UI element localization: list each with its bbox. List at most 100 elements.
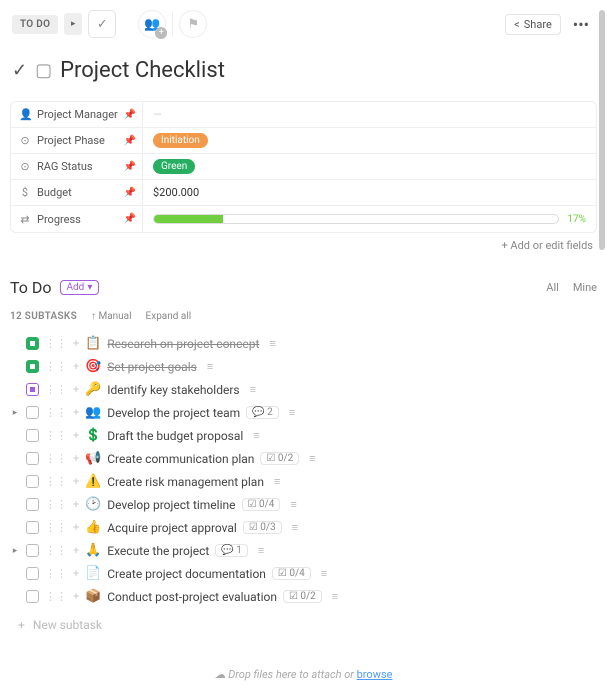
task-checkbox[interactable] (26, 429, 39, 442)
drag-handle-icon[interactable]: ⋮⋮ (45, 498, 67, 511)
task-checkbox[interactable] (26, 383, 39, 396)
assignee-avatar[interactable]: 👥 + (138, 10, 166, 38)
add-subtask-icon[interactable]: + (73, 544, 79, 557)
task-title[interactable]: Develop project timeline (107, 498, 235, 512)
task-title[interactable]: Identify key stakeholders (107, 383, 239, 397)
drag-handle-icon[interactable]: ⋮⋮ (45, 429, 67, 442)
pin-icon[interactable]: 📌 (124, 161, 136, 172)
filter-all[interactable]: All (546, 281, 559, 294)
tag[interactable]: Initiation (153, 133, 208, 148)
task-menu-icon[interactable]: ≡ (274, 475, 280, 488)
drag-handle-icon[interactable]: ⋮⋮ (45, 590, 67, 603)
task-row[interactable]: ▸ ⋮⋮ + 🕑 Develop project timeline ☑ 0/4 … (6, 493, 601, 516)
task-title[interactable]: Execute the project (107, 544, 209, 558)
drag-handle-icon[interactable]: ⋮⋮ (45, 383, 67, 396)
task-row[interactable]: ▸ ⋮⋮ + 🙏 Execute the project 💬 1 ≡ (6, 539, 601, 562)
field-value[interactable]: Green (143, 154, 596, 179)
task-row[interactable]: ▸ ⋮⋮ + 🔑 Identify key stakeholders ≡ (6, 378, 601, 401)
task-row[interactable]: ▸ ⋮⋮ + 🎯 Set project goals ≡ (6, 355, 601, 378)
task-menu-icon[interactable]: ≡ (253, 429, 259, 442)
task-checkbox[interactable] (26, 521, 39, 534)
task-title[interactable]: Create risk management plan (107, 475, 264, 489)
field-value[interactable]: 17% (143, 206, 596, 232)
task-row[interactable]: ▸ ⋮⋮ + 📋 Research on project concept ≡ (6, 332, 601, 355)
task-row[interactable]: ▸ ⋮⋮ + 📢 Create communication plan ☑ 0/2… (6, 447, 601, 470)
task-menu-icon[interactable]: ≡ (309, 452, 315, 465)
expand-caret[interactable]: ▸ (10, 408, 20, 418)
field-value[interactable]: — (143, 102, 596, 127)
add-edit-fields[interactable]: + Add or edit fields (0, 239, 593, 252)
add-subtask-icon[interactable]: + (73, 521, 79, 534)
more-menu[interactable]: ••• (567, 15, 595, 34)
task-checkbox[interactable] (26, 498, 39, 511)
subtasks-badge[interactable]: ☑ 0/3 (243, 521, 282, 534)
task-menu-icon[interactable]: ≡ (321, 567, 327, 580)
task-title[interactable]: Conduct post-project evaluation (107, 590, 277, 604)
flag-button[interactable]: ⚑ (179, 10, 207, 38)
pin-icon[interactable]: 📌 (124, 187, 136, 198)
complete-button[interactable]: ✓ (88, 10, 116, 38)
expand-caret[interactable]: ▸ (10, 546, 20, 556)
scrollbar[interactable] (599, 10, 605, 250)
status-dropdown[interactable]: ▸ (64, 13, 82, 35)
task-title[interactable]: Set project goals (107, 360, 197, 374)
task-checkbox[interactable] (26, 360, 39, 373)
task-checkbox[interactable] (26, 590, 39, 603)
new-subtask-input[interactable]: + New subtask (0, 608, 607, 642)
task-row[interactable]: ▸ ⋮⋮ + 👥 Develop the project team 💬 2 ≡ (6, 401, 601, 424)
page-title[interactable]: Project Checklist (60, 58, 225, 83)
task-menu-icon[interactable]: ≡ (290, 498, 296, 511)
pin-icon[interactable]: 📌 (124, 135, 136, 146)
status-pill[interactable]: TO DO (12, 15, 58, 34)
task-menu-icon[interactable]: ≡ (332, 590, 338, 603)
task-checkbox[interactable] (26, 567, 39, 580)
add-subtask-icon[interactable]: + (73, 360, 79, 373)
drag-handle-icon[interactable]: ⋮⋮ (45, 567, 67, 580)
filter-mine[interactable]: Mine (573, 281, 597, 294)
pin-icon[interactable]: 📌 (124, 109, 136, 120)
task-checkbox[interactable] (26, 406, 39, 419)
task-title[interactable]: Create project documentation (107, 567, 266, 581)
task-title[interactable]: Create communication plan (107, 452, 254, 466)
drag-handle-icon[interactable]: ⋮⋮ (45, 475, 67, 488)
task-menu-icon[interactable]: ≡ (258, 544, 264, 557)
dropzone[interactable]: ☁ Drop files here to attach or browse (10, 660, 597, 689)
task-checkbox[interactable] (26, 544, 39, 557)
browse-link[interactable]: browse (357, 668, 393, 681)
drag-handle-icon[interactable]: ⋮⋮ (45, 452, 67, 465)
add-subtask-icon[interactable]: + (73, 475, 79, 488)
task-menu-icon[interactable]: ≡ (207, 360, 213, 373)
task-checkbox[interactable] (26, 452, 39, 465)
subtasks-badge[interactable]: ☑ 0/4 (242, 498, 281, 511)
add-subtask-icon[interactable]: + (73, 452, 79, 465)
add-subtask-icon[interactable]: + (73, 498, 79, 511)
drag-handle-icon[interactable]: ⋮⋮ (45, 521, 67, 534)
task-checkbox[interactable] (26, 337, 39, 350)
sort-manual[interactable]: ↑ Manual (91, 311, 132, 322)
expand-all[interactable]: Expand all (146, 311, 192, 322)
task-title[interactable]: Acquire project approval (107, 521, 237, 535)
drag-handle-icon[interactable]: ⋮⋮ (45, 337, 67, 350)
progress[interactable]: 17% (153, 214, 586, 225)
task-title[interactable]: Draft the budget proposal (107, 429, 243, 443)
drag-handle-icon[interactable]: ⋮⋮ (45, 544, 67, 557)
field-value[interactable]: Initiation (143, 128, 596, 153)
task-title[interactable]: Develop the project team (107, 406, 240, 420)
add-subtask-icon[interactable]: + (73, 337, 79, 350)
drag-handle-icon[interactable]: ⋮⋮ (45, 360, 67, 373)
task-row[interactable]: ▸ ⋮⋮ + 📄 Create project documentation ☑ … (6, 562, 601, 585)
subtasks-badge[interactable]: ☑ 0/2 (260, 452, 299, 465)
share-button[interactable]: < Share (505, 14, 561, 35)
add-subtask-icon[interactable]: + (73, 383, 79, 396)
comments-badge[interactable]: 💬 2 (246, 406, 279, 419)
pin-icon[interactable]: 📌 (124, 214, 136, 225)
task-menu-icon[interactable]: ≡ (269, 337, 275, 350)
task-menu-icon[interactable]: ≡ (289, 406, 295, 419)
task-menu-icon[interactable]: ≡ (292, 521, 298, 534)
task-row[interactable]: ▸ ⋮⋮ + 📦 Conduct post-project evaluation… (6, 585, 601, 608)
add-button[interactable]: Add ▾ (60, 280, 100, 295)
add-subtask-icon[interactable]: + (73, 567, 79, 580)
add-subtask-icon[interactable]: + (73, 406, 79, 419)
subtasks-badge[interactable]: ☑ 0/2 (283, 590, 322, 603)
task-row[interactable]: ▸ ⋮⋮ + 💲 Draft the budget proposal ≡ (6, 424, 601, 447)
